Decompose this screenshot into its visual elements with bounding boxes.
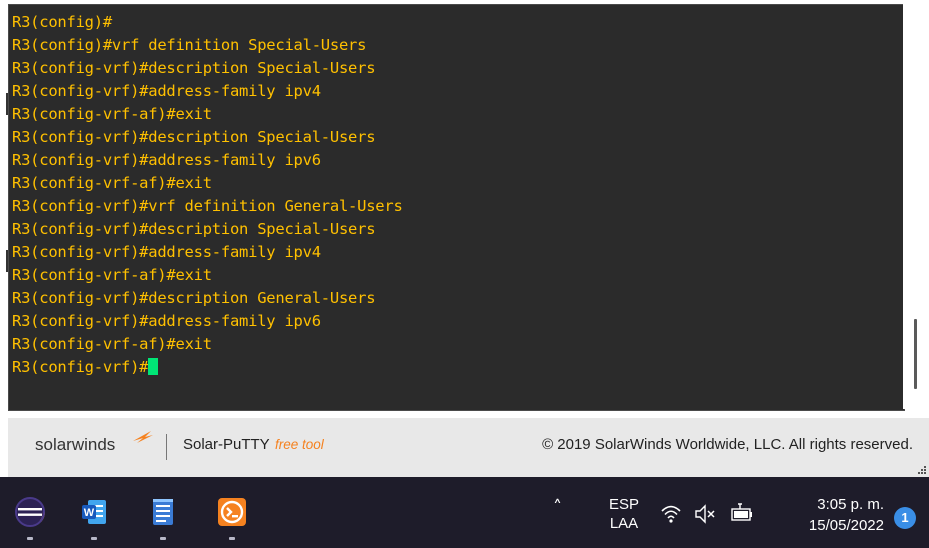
copyright-text: © 2019 SolarWinds Worldwide, LLC. All ri… — [542, 436, 913, 453]
terminal-command: description General-Users — [148, 289, 376, 307]
battery-charging-icon — [731, 503, 752, 521]
terminal-line: R3(config-vrf)#address-family ipv6 — [12, 149, 403, 172]
terminal-line: R3(config-vrf)#description Special-Users — [12, 218, 403, 241]
terminal-line: R3(config-vrf)#vrf definition General-Us… — [12, 195, 403, 218]
terminal-line: R3(config-vrf)#address-family ipv6 — [12, 310, 403, 333]
svg-text:W: W — [84, 507, 95, 519]
terminal-command: address-family ipv6 — [148, 312, 321, 330]
terminal-line: R3(config-vrf)#address-family ipv4 — [12, 80, 403, 103]
terminal-prompt: R3(config)# — [12, 36, 112, 54]
terminal-line: R3(config)# — [12, 11, 403, 34]
language-indicator[interactable]: ESP LAA — [606, 495, 642, 533]
terminal-cursor — [148, 358, 159, 375]
terminal-command: vrf definition Special-Users — [111, 36, 367, 54]
terminal-line: R3(config-vrf)#description Special-Users — [12, 57, 403, 80]
notepad-app-icon — [153, 499, 173, 525]
resize-grip-icon[interactable] — [916, 464, 926, 474]
terminal-prompt: R3(config-vrf)# — [12, 312, 149, 330]
solar-putty-window: R3(config)# R3(config)#vrf definition Spe… — [0, 0, 929, 477]
terminal-line: R3(config-vrf)#description Special-Users — [12, 126, 403, 149]
terminal-command: exit — [175, 335, 212, 353]
language-code: ESP — [608, 496, 639, 513]
terminal-line: R3(config-vrf-af)#exit — [12, 103, 403, 126]
terminal-line: R3(config-vrf-af)#exit — [12, 172, 403, 195]
eclipse-app-icon — [15, 497, 45, 527]
terminal-prompt: R3(config-vrf-af)# — [12, 174, 176, 192]
taskbar-app-solar-putty[interactable] — [202, 477, 262, 548]
footer-bar: solarwinds Solar-PuTTY free tool © 2019 … — [8, 418, 929, 477]
terminal-screen[interactable]: R3(config)# R3(config)#vrf definition Spe… — [8, 4, 905, 411]
terminal-prompt: R3(config-vrf)# — [12, 289, 149, 307]
terminal-command: address-family ipv4 — [148, 243, 321, 261]
terminal-prompt: R3(config-vrf)# — [12, 358, 149, 376]
terminal-prompt: R3(config-vrf-af)# — [12, 266, 176, 284]
terminal-command: exit — [175, 266, 212, 284]
solarwinds-flame-icon — [133, 431, 153, 443]
system-clock[interactable]: 3:05 p. m. 15/05/2022 — [784, 494, 884, 536]
terminal-command: description Special-Users — [148, 220, 376, 238]
terminal-command: address-family ipv4 — [148, 82, 321, 100]
terminal-prompt: R3(config-vrf)# — [12, 197, 149, 215]
wifi-icon — [661, 505, 681, 523]
terminal-prompt: R3(config-vrf)# — [12, 243, 149, 261]
terminal-scrollbar[interactable] — [903, 4, 929, 409]
system-tray-icons[interactable] — [660, 502, 764, 526]
language-layout: LAA — [609, 515, 639, 532]
product-name: Solar-PuTTY — [183, 436, 270, 453]
terminal-command: exit — [175, 174, 212, 192]
terminal-line: R3(config-vrf)#address-family ipv4 — [12, 241, 403, 264]
notification-badge[interactable]: 1 — [894, 507, 916, 529]
terminal-line: R3(config-vrf)# — [12, 356, 403, 379]
clock-date: 15/05/2022 — [808, 517, 884, 534]
terminal-command: description Special-Users — [148, 128, 376, 146]
terminal-line: R3(config-vrf-af)#exit — [12, 264, 403, 287]
terminal-command: description Special-Users — [148, 59, 376, 77]
terminal-output: R3(config)# R3(config)#vrf definition Spe… — [12, 11, 403, 379]
footer-divider — [166, 434, 167, 460]
terminal-prompt: R3(config-vrf-af)# — [12, 335, 176, 353]
terminal-prompt: R3(config-vrf)# — [12, 128, 149, 146]
chevron-up-icon[interactable]: ˄ — [553, 497, 562, 518]
terminal-command: vrf definition General-Users — [148, 197, 403, 215]
taskbar-app-eclipse[interactable] — [0, 477, 60, 548]
terminal-prompt: R3(config-vrf-af)# — [12, 105, 176, 123]
taskbar: W ˄ ESP LAA 3:05 p. m. 15/05/2022 1 — [0, 477, 929, 548]
word-app-icon: W — [82, 500, 106, 524]
terminal-command: exit — [175, 105, 212, 123]
terminal-prompt: R3(config-vrf)# — [12, 151, 149, 169]
clock-time: 3:05 p. m. — [817, 496, 884, 513]
terminal-line: R3(config-vrf)#description General-Users — [12, 287, 403, 310]
scrollbar-thumb[interactable] — [914, 319, 917, 389]
terminal-prompt: R3(config)# — [12, 13, 112, 31]
taskbar-app-word[interactable]: W — [64, 477, 124, 548]
terminal-prompt: R3(config-vrf)# — [12, 220, 149, 238]
product-tag[interactable]: free tool — [275, 437, 324, 452]
solar-putty-app-icon — [218, 498, 246, 526]
terminal-line: R3(config-vrf-af)#exit — [12, 333, 403, 356]
terminal-command: address-family ipv6 — [148, 151, 321, 169]
terminal-line: R3(config)#vrf definition Special-Users — [12, 34, 403, 57]
terminal-prompt: R3(config-vrf)# — [12, 59, 149, 77]
terminal-prompt: R3(config-vrf)# — [12, 82, 149, 100]
volume-muted-icon — [695, 504, 715, 524]
taskbar-app-notepad[interactable] — [133, 477, 193, 548]
solarwinds-logo[interactable]: solarwinds — [35, 435, 115, 455]
